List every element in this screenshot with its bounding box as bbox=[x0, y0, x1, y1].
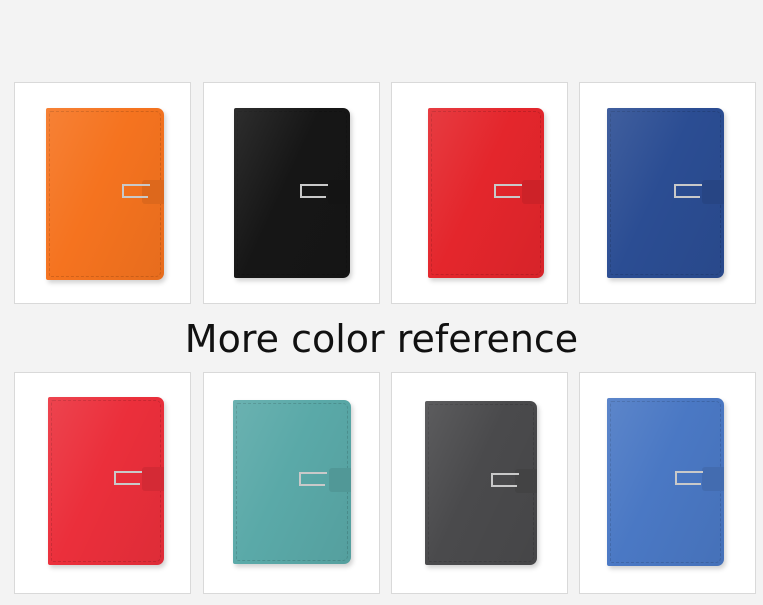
notebook-rose-red bbox=[48, 397, 164, 565]
strap bbox=[702, 180, 724, 204]
notebook-blue bbox=[607, 108, 724, 278]
product-tile-orange bbox=[14, 82, 191, 304]
notebook-dark-gray bbox=[425, 401, 537, 565]
clasp-icon bbox=[491, 473, 519, 487]
product-tile-black bbox=[203, 82, 380, 304]
clasp-icon bbox=[122, 184, 150, 198]
notebook-orange bbox=[46, 108, 164, 280]
strap bbox=[329, 468, 351, 492]
product-tile-red bbox=[391, 82, 568, 304]
strap bbox=[522, 180, 544, 204]
product-tile-teal bbox=[203, 372, 380, 594]
product-tile-rose-red bbox=[14, 372, 191, 594]
caption-text: More color reference bbox=[184, 317, 579, 361]
notebook-light-blue bbox=[607, 398, 724, 566]
notebook-black bbox=[234, 108, 350, 278]
notebook-red bbox=[428, 108, 544, 278]
clasp-icon bbox=[114, 471, 142, 485]
clasp-icon bbox=[675, 471, 703, 485]
strap bbox=[702, 467, 724, 491]
product-tile-light-blue bbox=[579, 372, 756, 594]
strap bbox=[142, 467, 164, 491]
clasp-icon bbox=[299, 472, 327, 486]
clasp-icon bbox=[300, 184, 328, 198]
notebook-teal bbox=[233, 400, 351, 564]
product-tile-dark-gray bbox=[391, 372, 568, 594]
strap bbox=[328, 180, 350, 204]
clasp-icon bbox=[494, 184, 522, 198]
product-tile-blue bbox=[579, 82, 756, 304]
clasp-icon bbox=[674, 184, 702, 198]
